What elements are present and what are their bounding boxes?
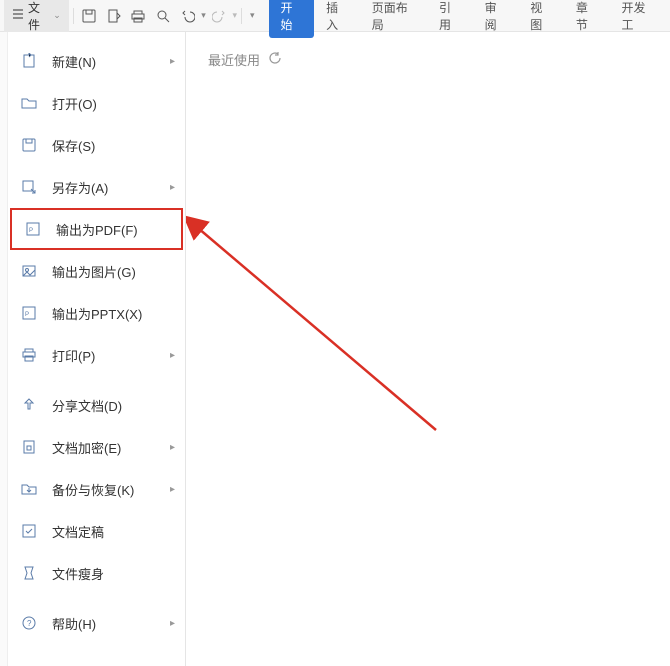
menu-open[interactable]: 打开(O) bbox=[8, 82, 185, 124]
tab-review[interactable]: 审阅 bbox=[473, 0, 519, 38]
menu-help[interactable]: ? 帮助(H) ▸ bbox=[8, 602, 185, 644]
ribbon-tabs: 开始 插入 页面布局 引用 审阅 视图 章节 开发工 bbox=[269, 0, 666, 38]
tab-dev[interactable]: 开发工 bbox=[610, 0, 666, 38]
menu-label: 备份与恢复(K) bbox=[52, 480, 134, 499]
separator bbox=[73, 8, 74, 24]
share-icon bbox=[20, 396, 38, 414]
content-area: 最近使用 bbox=[200, 40, 670, 79]
pdf-icon: P bbox=[24, 220, 42, 238]
menu-label: 文档定稿 bbox=[52, 522, 104, 541]
chevron-right-icon: ▸ bbox=[170, 442, 175, 453]
chevron-down-icon: ⌄ bbox=[53, 10, 61, 21]
menu-label: 帮助(H) bbox=[52, 614, 96, 633]
menu-backup[interactable]: 备份与恢复(K) ▸ bbox=[8, 468, 185, 510]
undo-icon[interactable] bbox=[177, 4, 200, 28]
save-icon bbox=[20, 136, 38, 154]
menu-share[interactable]: 分享文档(D) bbox=[8, 384, 185, 426]
saveas-icon bbox=[20, 178, 38, 196]
svg-text:P: P bbox=[25, 312, 29, 318]
left-gutter bbox=[0, 32, 8, 666]
redo-dropdown[interactable]: ▾ bbox=[232, 10, 237, 21]
chevron-right-icon: ▸ bbox=[170, 350, 175, 361]
print-icon bbox=[20, 346, 38, 364]
menu-label: 打印(P) bbox=[52, 346, 95, 365]
checkmark-icon bbox=[20, 522, 38, 540]
menu-label: 输出为PDF(F) bbox=[56, 220, 138, 239]
redo-icon[interactable] bbox=[208, 4, 231, 28]
menu-label: 文件瘦身 bbox=[52, 564, 104, 583]
tab-chapter[interactable]: 章节 bbox=[564, 0, 610, 38]
recent-label: 最近使用 bbox=[208, 50, 260, 69]
chevron-right-icon: ▸ bbox=[170, 618, 175, 629]
menu-export-pptx[interactable]: P 输出为PPTX(X) bbox=[8, 292, 185, 334]
tab-start[interactable]: 开始 bbox=[269, 0, 315, 38]
file-menu-sidebar: 新建(N) ▸ 打开(O) 保存(S) 另存为(A) ▸ P 输出为PDF(F)… bbox=[8, 32, 186, 666]
separator bbox=[241, 8, 242, 24]
compress-icon bbox=[20, 564, 38, 582]
menu-label: 文档加密(E) bbox=[52, 438, 121, 457]
menu-finalize[interactable]: 文档定稿 bbox=[8, 510, 185, 552]
menu-slim[interactable]: 文件瘦身 bbox=[8, 552, 185, 594]
menu-label: 打开(O) bbox=[52, 94, 97, 113]
menu-export-image[interactable]: 输出为图片(G) bbox=[8, 250, 185, 292]
preview-icon[interactable] bbox=[152, 4, 175, 28]
quick-access-dropdown[interactable]: ▾ bbox=[246, 10, 259, 21]
tab-insert[interactable]: 插入 bbox=[314, 0, 360, 38]
menu-print[interactable]: 打印(P) ▸ bbox=[8, 334, 185, 376]
chevron-right-icon: ▸ bbox=[170, 484, 175, 495]
pptx-icon: P bbox=[20, 304, 38, 322]
tab-references[interactable]: 引用 bbox=[427, 0, 473, 38]
file-label: 文件 bbox=[28, 0, 49, 33]
menu-label: 输出为图片(G) bbox=[52, 262, 136, 281]
menu-label: 新建(N) bbox=[52, 52, 96, 71]
backup-icon bbox=[20, 480, 38, 498]
titlebar: 文件 ⌄ ▾ ▾ ▾ 开始 插入 页面布局 引用 审阅 视图 章节 开发工 bbox=[0, 0, 670, 32]
chevron-right-icon: ▸ bbox=[170, 56, 175, 67]
new-file-icon bbox=[20, 52, 38, 70]
svg-text:P: P bbox=[29, 228, 33, 234]
menu-save[interactable]: 保存(S) bbox=[8, 124, 185, 166]
menu-export-pdf[interactable]: P 输出为PDF(F) bbox=[10, 208, 183, 250]
recent-section: 最近使用 bbox=[200, 40, 670, 79]
menu-label: 保存(S) bbox=[52, 136, 95, 155]
svg-text:?: ? bbox=[27, 619, 32, 628]
help-icon: ? bbox=[20, 614, 38, 632]
insert-page-icon[interactable] bbox=[102, 4, 125, 28]
menu-saveas[interactable]: 另存为(A) ▸ bbox=[8, 166, 185, 208]
print-icon[interactable] bbox=[127, 4, 150, 28]
save-icon[interactable] bbox=[78, 4, 101, 28]
undo-dropdown[interactable]: ▾ bbox=[201, 10, 206, 21]
menu-label: 分享文档(D) bbox=[52, 396, 122, 415]
tab-view[interactable]: 视图 bbox=[518, 0, 564, 38]
menu-label: 另存为(A) bbox=[52, 178, 108, 197]
annotation-arrow bbox=[186, 210, 446, 440]
chevron-right-icon: ▸ bbox=[170, 182, 175, 193]
refresh-icon[interactable] bbox=[268, 51, 282, 68]
menu-encrypt[interactable]: 文档加密(E) ▸ bbox=[8, 426, 185, 468]
lock-icon bbox=[20, 438, 38, 456]
tab-pagelayout[interactable]: 页面布局 bbox=[360, 0, 427, 38]
menu-new[interactable]: 新建(N) ▸ bbox=[8, 40, 185, 82]
hamburger-icon bbox=[12, 8, 24, 23]
image-icon bbox=[20, 262, 38, 280]
folder-open-icon bbox=[20, 94, 38, 112]
menu-label: 输出为PPTX(X) bbox=[52, 304, 142, 323]
